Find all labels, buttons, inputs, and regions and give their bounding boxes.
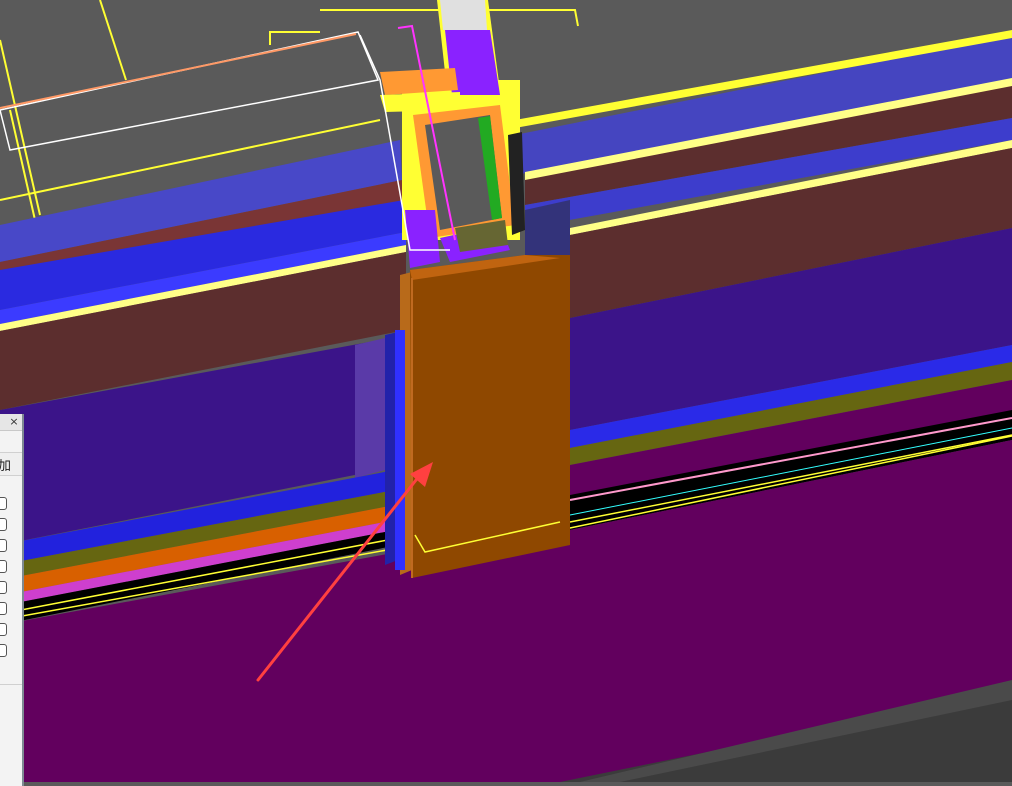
dialog-row-list [0, 492, 22, 660]
list-item[interactable] [0, 618, 22, 639]
list-item[interactable] [0, 639, 22, 660]
dialog-title [0, 415, 6, 429]
row-checkbox[interactable] [0, 539, 7, 552]
header-label: 加 [0, 455, 11, 474]
row-checkbox[interactable] [0, 560, 7, 573]
divider [0, 684, 22, 685]
row-checkbox[interactable] [0, 644, 7, 657]
list-item[interactable] [0, 492, 22, 513]
row-checkbox[interactable] [0, 581, 7, 594]
list-item[interactable] [0, 597, 22, 618]
row-checkbox[interactable] [0, 497, 7, 510]
row-checkbox[interactable] [0, 602, 7, 615]
dialog-titlebar[interactable]: × [0, 414, 22, 431]
list-item[interactable] [0, 576, 22, 597]
row-checkbox[interactable] [0, 518, 7, 531]
dialog-column-header: 加 [0, 452, 22, 476]
close-icon[interactable]: × [8, 415, 20, 429]
3d-model-viewport[interactable] [0, 0, 1012, 782]
list-item[interactable] [0, 555, 22, 576]
floating-dialog[interactable]: × 加 [0, 414, 24, 786]
pointer-arrow-icon [256, 462, 433, 682]
list-item[interactable] [0, 534, 22, 555]
list-item[interactable] [0, 513, 22, 534]
row-checkbox[interactable] [0, 623, 7, 636]
